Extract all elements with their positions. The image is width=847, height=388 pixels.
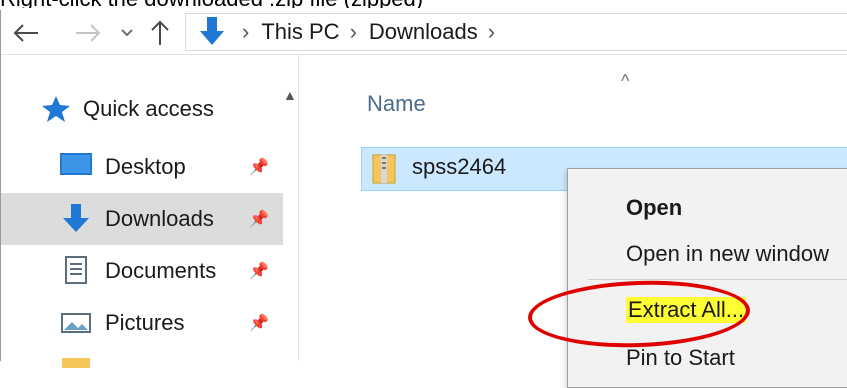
desktop-icon (59, 150, 93, 184)
context-menu: Open Open in new window Extract All... P… (526, 168, 847, 388)
sidebar-item-quick-access[interactable]: Quick access (1, 89, 283, 129)
breadcrumb-separator[interactable]: › (488, 19, 495, 45)
sidebar-item-partial[interactable] (1, 355, 283, 368)
sidebar-item-label: Desktop (105, 154, 186, 179)
chevron-down-icon[interactable] (117, 16, 137, 50)
zip-folder-icon (372, 153, 396, 185)
folder-icon (59, 355, 93, 368)
pin-icon[interactable]: 📌 (249, 209, 269, 229)
navigation-pane: ▲ Quick access Desktop 📌 Downloads 📌 Doc… (1, 55, 299, 368)
sidebar-item-label: Pictures (105, 310, 185, 335)
sidebar-item-label: Quick access (83, 96, 214, 121)
downloads-icon (59, 202, 93, 236)
pictures-icon (59, 306, 93, 340)
file-name: spss2464 (412, 154, 507, 179)
breadcrumb-separator[interactable]: › (242, 19, 249, 45)
documents-icon (59, 254, 93, 288)
breadcrumb-separator[interactable]: › (350, 19, 357, 45)
menu-item-open-new-window[interactable]: Open in new window (626, 241, 829, 267)
downloads-folder-icon (198, 15, 232, 49)
page-caption: Right-click the downloaded .zip file (zi… (0, 0, 847, 8)
breadcrumb-this-pc[interactable]: This PC (261, 19, 339, 45)
sidebar-item-label: Documents (105, 258, 217, 283)
pin-icon[interactable]: 📌 (249, 157, 269, 177)
up-arrow-icon[interactable] (143, 16, 177, 50)
sidebar-item-documents[interactable]: Documents 📌 (1, 245, 283, 297)
sidebar-item-label: Downloads (105, 206, 214, 231)
menu-item-open[interactable]: Open (626, 195, 682, 221)
sidebar-item-downloads[interactable]: Downloads 📌 (1, 193, 283, 245)
file-explorer-window: › This PC › Downloads › ▲ Quick access D… (0, 10, 847, 388)
sidebar-item-desktop[interactable]: Desktop 📌 (1, 141, 283, 193)
forward-arrow-icon[interactable] (71, 16, 105, 50)
breadcrumb-downloads[interactable]: Downloads (369, 19, 478, 45)
address-bar: › This PC › Downloads › (1, 10, 847, 55)
pin-icon[interactable]: 📌 (249, 313, 269, 333)
back-arrow-icon[interactable] (9, 16, 43, 50)
scroll-up-icon[interactable]: ▲ (283, 87, 297, 103)
menu-item-pin-to-start[interactable]: Pin to Start (626, 345, 735, 371)
menu-separator (588, 279, 847, 280)
column-header-name[interactable]: Name (367, 91, 426, 117)
sidebar-item-pictures[interactable]: Pictures 📌 (1, 297, 283, 349)
star-icon (41, 94, 71, 124)
pin-icon[interactable]: 📌 (249, 261, 269, 281)
breadcrumb[interactable]: › This PC › Downloads › (185, 13, 847, 51)
sort-ascending-icon[interactable]: ^ (621, 71, 629, 92)
